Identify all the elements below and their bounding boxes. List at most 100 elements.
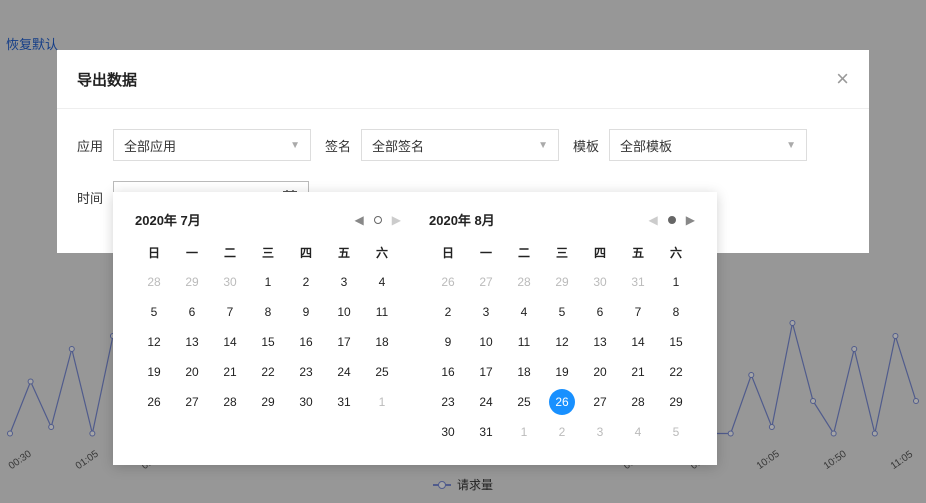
calendar-day[interactable]: 27 [467, 267, 505, 297]
calendar-day[interactable]: 13 [581, 327, 619, 357]
calendar-day[interactable]: 18 [363, 327, 401, 357]
calendar-day[interactable]: 12 [543, 327, 581, 357]
modal-header: 导出数据 × [57, 50, 869, 109]
calendar-day[interactable]: 14 [619, 327, 657, 357]
chevron-down-icon: ▼ [538, 140, 548, 151]
calendar-day[interactable]: 23 [287, 357, 325, 387]
calendar-day[interactable]: 5 [135, 297, 173, 327]
calendar-day[interactable]: 29 [657, 387, 695, 417]
calendar-day[interactable]: 15 [249, 327, 287, 357]
calendar-day[interactable]: 16 [429, 357, 467, 387]
calendar-day[interactable]: 25 [505, 387, 543, 417]
calendar-day[interactable]: 7 [211, 297, 249, 327]
calendar-day[interactable]: 31 [619, 267, 657, 297]
calendar-day[interactable]: 27 [173, 387, 211, 417]
sign-select-value: 全部签名 [372, 136, 424, 155]
calendar-day[interactable]: 29 [173, 267, 211, 297]
calendar-day[interactable]: 6 [173, 297, 211, 327]
calendar-day[interactable]: 21 [211, 357, 249, 387]
calendar-day[interactable]: 1 [363, 387, 401, 417]
calendar-day[interactable]: 16 [287, 327, 325, 357]
calendar-day[interactable]: 28 [505, 267, 543, 297]
calendar-day[interactable]: 22 [657, 357, 695, 387]
calendar-day[interactable]: 31 [467, 417, 505, 447]
sign-select[interactable]: 全部签名 ▼ [361, 129, 559, 161]
calendar-day[interactable]: 4 [619, 417, 657, 447]
calendar-day[interactable]: 30 [581, 267, 619, 297]
calendar-day[interactable]: 30 [211, 267, 249, 297]
calendar-day[interactable]: 25 [363, 357, 401, 387]
calendar-day[interactable]: 26 [543, 387, 581, 417]
calendar-day[interactable]: 26 [135, 387, 173, 417]
next-month-icon[interactable]: ▶ [686, 213, 695, 227]
calendar-day[interactable]: 2 [429, 297, 467, 327]
calendar-day[interactable]: 26 [429, 267, 467, 297]
next-month-icon: ▶ [392, 213, 401, 227]
calendar-day[interactable]: 17 [467, 357, 505, 387]
calendar-day[interactable]: 3 [467, 297, 505, 327]
calendar-day[interactable]: 2 [287, 267, 325, 297]
calendar-day[interactable]: 4 [505, 297, 543, 327]
calendar-day[interactable]: 13 [173, 327, 211, 357]
calendar-day[interactable]: 19 [135, 357, 173, 387]
weekday-header: 五 [325, 237, 363, 267]
close-icon[interactable]: × [836, 68, 849, 90]
calendar-day[interactable]: 30 [429, 417, 467, 447]
calendar-day[interactable]: 19 [543, 357, 581, 387]
weekday-header: 一 [467, 237, 505, 267]
calendar-day[interactable]: 8 [249, 297, 287, 327]
calendar-day[interactable]: 8 [657, 297, 695, 327]
chevron-down-icon: ▼ [786, 140, 796, 151]
calendar-day[interactable]: 23 [429, 387, 467, 417]
weekday-header: 三 [249, 237, 287, 267]
calendar-day[interactable]: 27 [581, 387, 619, 417]
calendar-day[interactable]: 12 [135, 327, 173, 357]
calendar-day[interactable]: 6 [581, 297, 619, 327]
calendar-day[interactable]: 7 [619, 297, 657, 327]
calendar-day[interactable]: 28 [211, 387, 249, 417]
calendar-day[interactable]: 3 [325, 267, 363, 297]
calendar-day[interactable]: 9 [287, 297, 325, 327]
calendar-day[interactable]: 28 [135, 267, 173, 297]
calendar-day[interactable]: 30 [287, 387, 325, 417]
calendar-day[interactable]: 28 [619, 387, 657, 417]
cal-left-grid: 日一二三四五六282930123456789101112131415161718… [129, 237, 407, 417]
app-select-value: 全部应用 [124, 136, 176, 155]
calendar-day[interactable]: 10 [325, 297, 363, 327]
calendar-day[interactable]: 14 [211, 327, 249, 357]
prev-month-icon[interactable]: ◀ [355, 213, 364, 227]
weekday-header: 六 [363, 237, 401, 267]
calendar-day[interactable]: 20 [581, 357, 619, 387]
calendar-right-panel: 2020年 8月 ◀ ▶ 日一二三四五六26272829303112345678… [415, 202, 709, 451]
calendar-day[interactable]: 17 [325, 327, 363, 357]
calendar-day[interactable]: 11 [505, 327, 543, 357]
calendar-day[interactable]: 2 [543, 417, 581, 447]
calendar-day[interactable]: 3 [581, 417, 619, 447]
tpl-select[interactable]: 全部模板 ▼ [609, 129, 807, 161]
app-select[interactable]: 全部应用 ▼ [113, 129, 311, 161]
calendar-day[interactable]: 11 [363, 297, 401, 327]
calendar-day[interactable]: 29 [543, 267, 581, 297]
calendar-day[interactable]: 20 [173, 357, 211, 387]
calendar-day[interactable]: 5 [543, 297, 581, 327]
today-icon[interactable] [668, 216, 676, 224]
calendar-day[interactable]: 10 [467, 327, 505, 357]
calendar-day[interactable]: 9 [429, 327, 467, 357]
calendar-day[interactable]: 18 [505, 357, 543, 387]
weekday-header: 三 [543, 237, 581, 267]
app-label: 应用 [77, 136, 103, 155]
calendar-day[interactable]: 29 [249, 387, 287, 417]
calendar-day[interactable]: 24 [325, 357, 363, 387]
calendar-day[interactable]: 1 [505, 417, 543, 447]
calendar-day[interactable]: 15 [657, 327, 695, 357]
calendar-day[interactable]: 1 [249, 267, 287, 297]
calendar-day[interactable]: 5 [657, 417, 695, 447]
calendar-day[interactable]: 22 [249, 357, 287, 387]
calendar-day[interactable]: 31 [325, 387, 363, 417]
calendar-day[interactable]: 21 [619, 357, 657, 387]
calendar-day[interactable]: 4 [363, 267, 401, 297]
calendar-day[interactable]: 1 [657, 267, 695, 297]
today-icon[interactable] [374, 216, 382, 224]
calendar-day[interactable]: 24 [467, 387, 505, 417]
cal-right-title: 2020年 8月 [429, 210, 495, 229]
